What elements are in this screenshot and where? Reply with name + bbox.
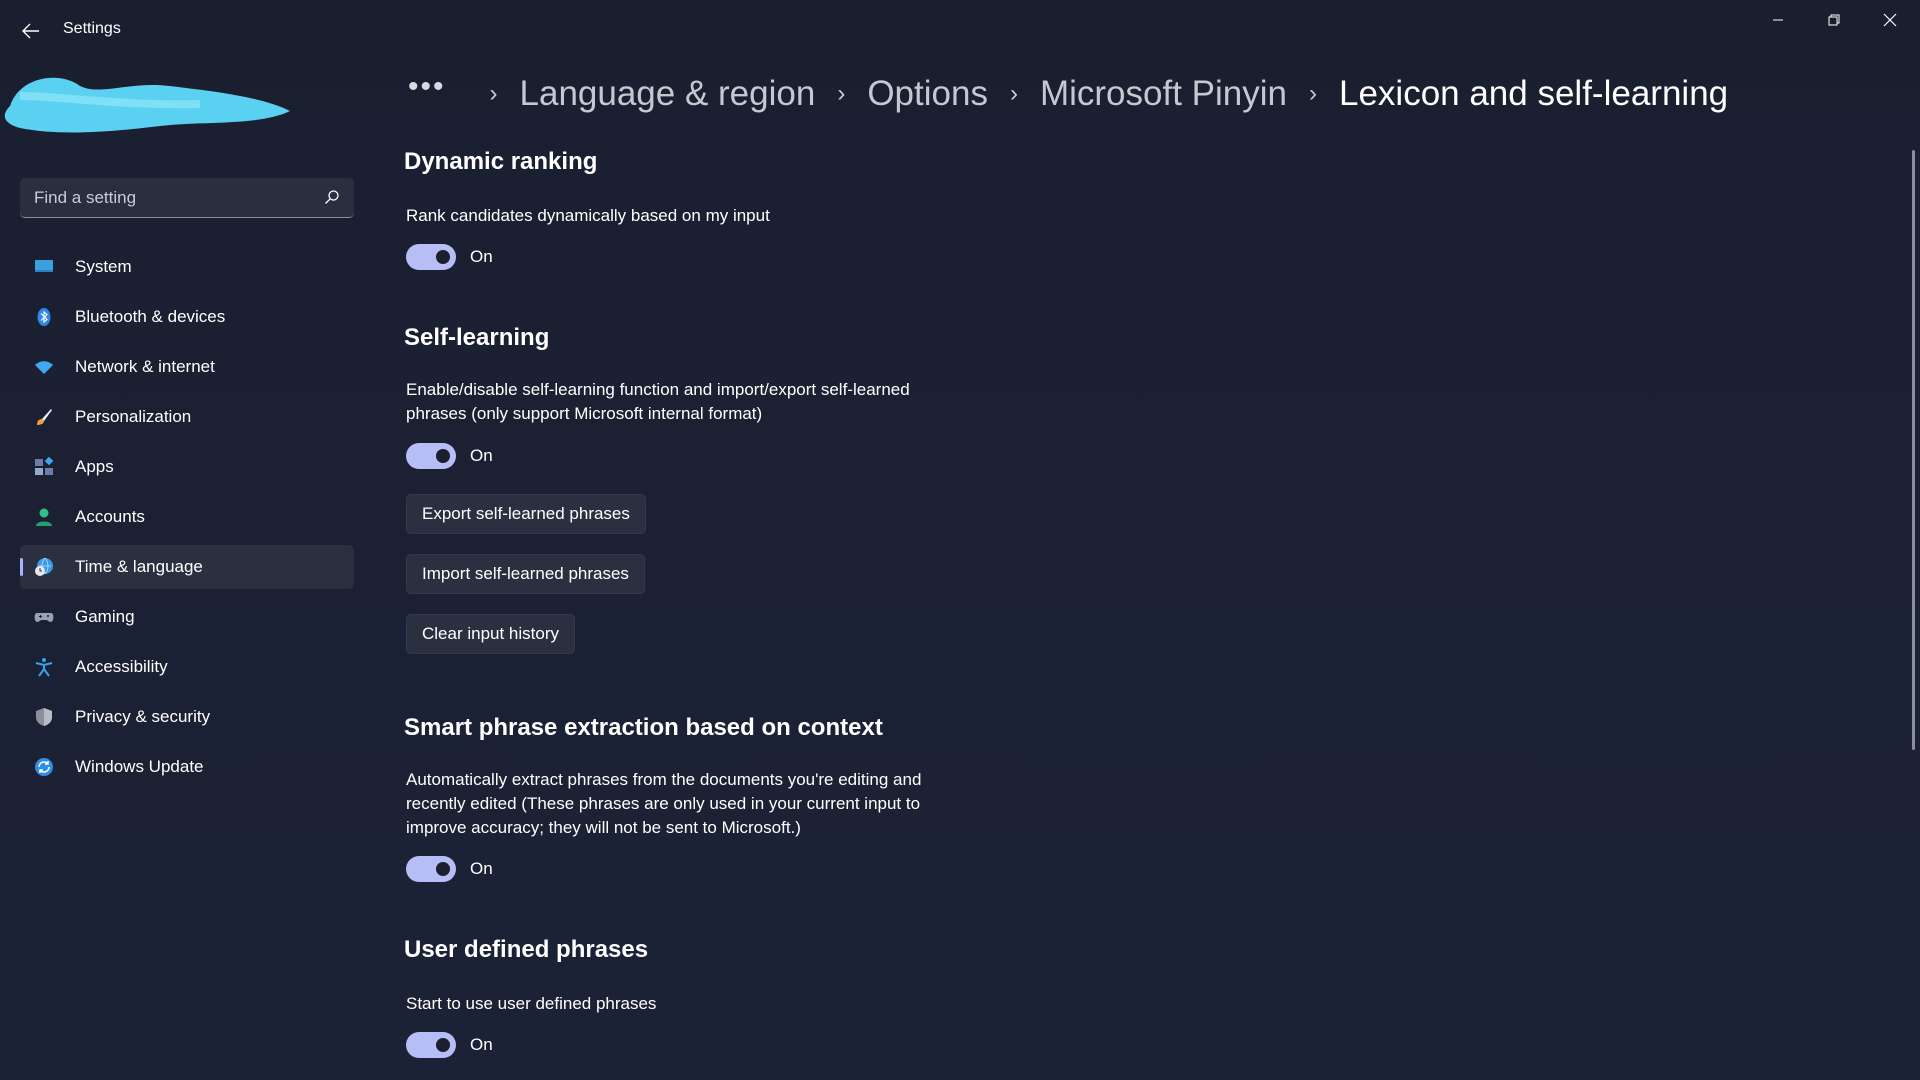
sidebar-item-label: Apps: [75, 457, 114, 476]
sidebar-item-label: Windows Update: [75, 757, 204, 776]
close-icon: [1883, 13, 1897, 27]
chevron-right-icon: ›: [489, 80, 498, 107]
paintbrush-icon: [37, 409, 52, 425]
user-defined-description: Start to use user defined phrases: [406, 994, 657, 1013]
breadcrumb-language-region[interactable]: Language & region: [520, 74, 816, 114]
section-title-smart-phrase-extraction: Smart phrase extraction based on context: [404, 714, 883, 741]
section-title-user-defined-phrases: User defined phrases: [404, 936, 649, 963]
sidebar-item-privacy[interactable]: Privacy & security: [20, 695, 354, 739]
minimize-button[interactable]: [1750, 0, 1806, 40]
vertical-scrollbar[interactable]: [1912, 150, 1915, 750]
sidebar-item-accessibility[interactable]: Accessibility: [20, 645, 354, 689]
sidebar-item-system[interactable]: System: [20, 245, 354, 289]
toggle-knob: [436, 862, 450, 876]
sidebar-item-label: Gaming: [75, 607, 135, 626]
export-phrases-button[interactable]: Export self-learned phrases: [406, 494, 646, 534]
bluetooth-icon: [37, 308, 51, 326]
search-input[interactable]: [32, 178, 316, 218]
globe-clock-icon: [35, 557, 53, 576]
sidebar-item-time-language[interactable]: Time & language: [20, 545, 354, 589]
sidebar-item-label: Accounts: [75, 507, 145, 526]
toggle-knob: [436, 449, 450, 463]
person-icon: [36, 508, 52, 526]
sidebar-item-network[interactable]: Network & internet: [20, 345, 354, 389]
smart-phrase-toggle-state: On: [470, 859, 493, 878]
wifi-icon: [35, 361, 53, 374]
sidebar-item-label: System: [75, 257, 132, 276]
page-title: Lexicon and self-learning: [1338, 74, 1729, 113]
restore-button[interactable]: [1806, 0, 1862, 40]
sidebar-item-accounts[interactable]: Accounts: [20, 495, 354, 539]
sidebar-nav: System Bluetooth & devices Network & int…: [20, 245, 354, 795]
import-phrases-button[interactable]: Import self-learned phrases: [406, 554, 645, 594]
user-defined-toggle-state: On: [470, 1035, 493, 1054]
self-learning-description: Enable/disable self-learning function an…: [406, 380, 910, 423]
sidebar-item-label: Personalization: [75, 407, 192, 426]
title-bar: Settings: [0, 0, 1920, 60]
breadcrumb-options[interactable]: Options: [867, 74, 988, 114]
close-button[interactable]: [1862, 0, 1918, 40]
search-icon[interactable]: [324, 189, 340, 205]
self-learning-toggle[interactable]: [406, 443, 456, 469]
section-title-dynamic-ranking: Dynamic ranking: [404, 148, 598, 175]
dynamic-ranking-toggle[interactable]: [406, 244, 456, 270]
app-title: Settings: [63, 20, 121, 37]
section-title-self-learning: Self-learning: [404, 324, 550, 351]
redacted-account-scribble: [4, 77, 291, 133]
chevron-right-icon: ›: [1308, 80, 1317, 107]
sidebar-item-label: Network & internet: [75, 357, 215, 376]
apps-icon: [35, 457, 54, 475]
sidebar-item-label: Privacy & security: [75, 707, 211, 726]
settings-window: Settings Find a setting System Bluetooth…: [0, 0, 1920, 1080]
search-box[interactable]: [20, 178, 354, 218]
sidebar-item-gaming[interactable]: Gaming: [20, 595, 354, 639]
restore-icon: [1828, 14, 1840, 26]
sidebar-item-label: Bluetooth & devices: [75, 307, 226, 326]
toggle-knob: [436, 250, 450, 264]
breadcrumb: ••• › Language & region › Options › Micr…: [408, 70, 1728, 118]
sidebar-item-apps[interactable]: Apps: [20, 445, 354, 489]
sidebar-item-label: Time & language: [75, 557, 203, 576]
breadcrumb-microsoft-pinyin[interactable]: Microsoft Pinyin: [1040, 74, 1287, 114]
dynamic-ranking-description: Rank candidates dynamically based on my …: [406, 206, 770, 225]
chevron-right-icon: ›: [1009, 80, 1018, 107]
accessibility-icon: [35, 658, 53, 677]
back-arrow-icon: [22, 23, 39, 39]
sidebar-item-bluetooth[interactable]: Bluetooth & devices: [20, 295, 354, 339]
self-learning-toggle-state: On: [470, 446, 493, 465]
chevron-right-icon: ›: [837, 80, 846, 107]
sidebar-item-windows-update[interactable]: Windows Update: [20, 745, 354, 789]
smart-phrase-toggle[interactable]: [406, 856, 456, 882]
gamepad-icon: [34, 613, 54, 622]
minimize-icon: [1773, 19, 1783, 21]
breadcrumb-more-button[interactable]: •••: [408, 70, 446, 104]
toggle-knob: [436, 1038, 450, 1052]
user-defined-toggle[interactable]: [406, 1032, 456, 1058]
clear-input-history-button[interactable]: Clear input history: [406, 614, 576, 654]
shield-icon: [36, 708, 52, 726]
smart-phrase-description: Automatically extract phrases from the d…: [406, 770, 922, 837]
sidebar-item-personalization[interactable]: Personalization: [20, 395, 354, 439]
back-button[interactable]: [14, 14, 48, 48]
update-icon: [35, 758, 53, 776]
sidebar-item-label: Accessibility: [75, 657, 168, 676]
dynamic-ranking-toggle-state: On: [470, 247, 493, 266]
monitor-icon: [35, 260, 53, 272]
